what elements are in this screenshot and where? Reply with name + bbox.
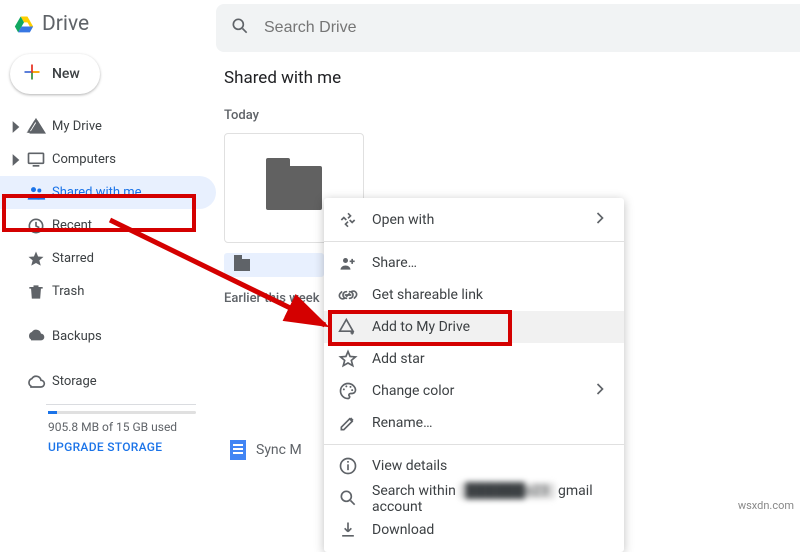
rename-icon: [338, 413, 358, 433]
ctx-label: Add star: [372, 351, 425, 367]
sidebar-item-label: My Drive: [52, 119, 102, 134]
ctx-label: Share…: [372, 255, 417, 271]
ctx-label: Add to My Drive: [372, 319, 470, 335]
brand: Drive: [0, 8, 216, 46]
watermark: wsxdn.com: [738, 499, 794, 512]
storage-used-text: 905.8 MB of 15 GB used: [48, 420, 196, 434]
sidebar-item-starred[interactable]: Starred: [0, 242, 216, 275]
chevron-right-icon: [590, 208, 610, 232]
google-doc-icon: [230, 440, 246, 460]
sidebar-item-label: Starred: [52, 251, 94, 266]
ctx-change-color[interactable]: Change color: [324, 375, 624, 407]
page-title: Shared with me: [224, 68, 800, 88]
expand-icon[interactable]: [6, 150, 20, 170]
star-icon: [24, 249, 48, 269]
sidebar-item-label: Recent: [52, 218, 92, 233]
upgrade-storage-link[interactable]: UPGRADE STORAGE: [48, 440, 196, 454]
storage-bar: [48, 411, 196, 414]
sidebar-item-backups[interactable]: Backups: [0, 320, 216, 353]
ctx-share[interactable]: Share…: [324, 247, 624, 279]
ctx-view-details[interactable]: View details: [324, 450, 624, 482]
drive-add-icon: [338, 317, 358, 337]
nav-list: My Drive Computers Shared with me Recent: [0, 110, 216, 308]
palette-icon: [338, 381, 358, 401]
ctx-label: Change color: [372, 383, 454, 399]
backups-icon: [24, 327, 48, 347]
recent-icon: [24, 216, 48, 236]
folder-small-icon: [234, 259, 250, 271]
star-add-icon: [338, 349, 358, 369]
group-today-label: Today: [224, 108, 800, 123]
expand-icon[interactable]: [6, 117, 20, 137]
selected-folder-row[interactable]: [224, 253, 324, 277]
sidebar-item-storage[interactable]: Storage: [0, 365, 216, 398]
sidebar-item-label: Storage: [52, 374, 97, 389]
ctx-get-link[interactable]: Get shareable link: [324, 279, 624, 311]
ctx-rename[interactable]: Rename…: [324, 407, 624, 439]
storage-block: 905.8 MB of 15 GB used UPGRADE STORAGE: [0, 404, 216, 454]
sidebar-item-label: Computers: [52, 152, 116, 167]
sidebar-item-label: Trash: [52, 284, 84, 299]
ctx-add-to-my-drive[interactable]: Add to My Drive: [324, 311, 624, 343]
search-input[interactable]: [264, 19, 786, 37]
share-icon: [338, 253, 358, 273]
download-icon: [338, 520, 358, 540]
ctx-label: Get shareable link: [372, 287, 483, 303]
ctx-label: Download: [372, 522, 434, 538]
ctx-add-star[interactable]: Add star: [324, 343, 624, 375]
sidebar-item-shared-with-me[interactable]: Shared with me: [0, 176, 216, 209]
search-small-icon: [338, 488, 358, 508]
ctx-label: Open with: [372, 212, 434, 228]
trash-icon: [24, 282, 48, 302]
sidebar-item-label: Backups: [52, 329, 102, 344]
new-button[interactable]: New: [10, 54, 100, 94]
nav-list-2: Backups: [0, 320, 216, 353]
new-button-label: New: [52, 66, 80, 82]
search-icon[interactable]: [230, 16, 250, 40]
search-bar[interactable]: [216, 4, 800, 52]
cloud-icon: [24, 372, 48, 392]
ctx-label: Rename…: [372, 415, 432, 431]
ctx-label: Search within ██████o23 gmail account: [372, 482, 610, 515]
context-menu: Open with Share… Get shareable link Add …: [324, 198, 624, 552]
shared-icon: [24, 183, 48, 203]
ctx-download[interactable]: Download: [324, 514, 624, 546]
plus-icon: [22, 62, 42, 86]
drive-logo-icon: [14, 14, 34, 34]
nav-list-3: Storage: [0, 365, 216, 398]
computers-icon: [24, 150, 48, 170]
ctx-search-within[interactable]: Search within ██████o23 gmail account: [324, 482, 624, 514]
open-with-icon: [338, 210, 358, 230]
info-icon: [338, 456, 358, 476]
link-icon: [338, 285, 358, 305]
sidebar-item-computers[interactable]: Computers: [0, 143, 216, 176]
ctx-label: View details: [372, 458, 447, 474]
folder-icon: [266, 166, 322, 210]
app-root: Drive New My Drive Computers Shared: [0, 0, 800, 516]
sidebar-item-recent[interactable]: Recent: [0, 209, 216, 242]
my-drive-icon: [24, 117, 48, 137]
ctx-open-with[interactable]: Open with: [324, 204, 624, 236]
doc-name: Sync M: [256, 442, 302, 458]
sidebar-item-trash[interactable]: Trash: [0, 275, 216, 308]
chevron-right-icon: [590, 379, 610, 403]
sidebar-item-my-drive[interactable]: My Drive: [0, 110, 216, 143]
brand-title: Drive: [42, 12, 89, 36]
sidebar-item-label: Shared with me: [52, 185, 142, 200]
sidebar: Drive New My Drive Computers Shared: [0, 0, 216, 516]
